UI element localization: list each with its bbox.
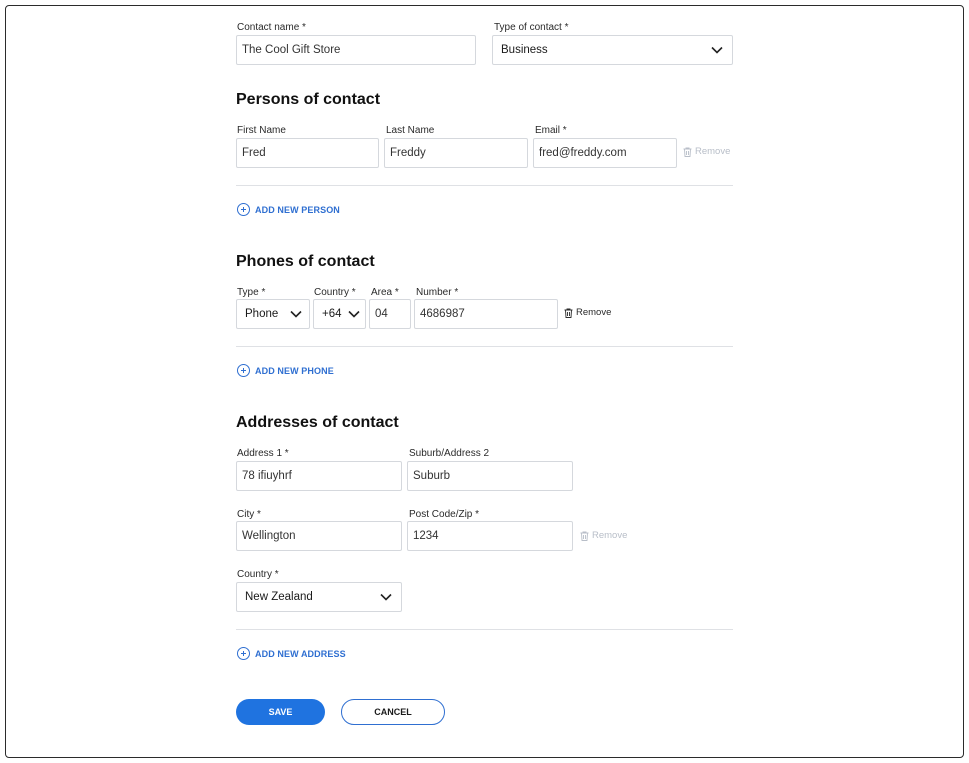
form-frame (5, 5, 964, 758)
address-country-value: New Zealand (245, 591, 313, 603)
last-name-label: Last Name (386, 125, 435, 136)
remove-address-button[interactable]: Remove (580, 530, 627, 541)
persons-section-title: Persons of contact (236, 91, 381, 108)
first-name-label: First Name (237, 125, 286, 136)
add-new-phone-button[interactable]: ADD NEW PHONE (237, 364, 334, 377)
add-new-person-button[interactable]: ADD NEW PERSON (237, 203, 340, 216)
add-new-person-label: ADD NEW PERSON (255, 204, 340, 215)
remove-person-button[interactable]: Remove (683, 146, 730, 157)
add-new-phone-label: ADD NEW PHONE (255, 365, 334, 376)
address1-label: Address 1 * (237, 448, 289, 459)
contact-name-input[interactable]: The Cool Gift Store (236, 35, 476, 65)
address-country-label: Country * (237, 569, 279, 580)
contact-name-label: Contact name * (237, 22, 306, 33)
address2-input[interactable]: Suburb (407, 461, 573, 491)
trash-icon (580, 531, 589, 541)
phones-section-title: Phones of contact (236, 253, 375, 270)
address-country-select[interactable]: New Zealand (236, 582, 402, 612)
postcode-input[interactable]: 1234 (407, 521, 573, 551)
chevron-down-icon (348, 310, 360, 318)
phone-type-select[interactable]: Phone (236, 299, 310, 329)
chevron-down-icon (290, 310, 302, 318)
remove-address-label: Remove (592, 530, 628, 541)
phone-number-label: Number * (416, 287, 459, 298)
plus-circle-icon (237, 647, 250, 660)
addresses-section-title: Addresses of contact (236, 414, 399, 431)
phone-type-value: Phone (245, 308, 279, 320)
address1-input[interactable]: 78 ifiuyhrf (236, 461, 402, 491)
addresses-divider (236, 629, 733, 630)
phone-area-label: Area * (371, 287, 399, 298)
remove-person-label: Remove (695, 146, 731, 157)
phone-country-label: Country * (314, 287, 356, 298)
phone-country-select[interactable]: +64 (313, 299, 366, 329)
plus-circle-icon (237, 364, 250, 377)
remove-phone-label: Remove (576, 307, 612, 318)
add-new-address-label: ADD NEW ADDRESS (255, 648, 346, 659)
address2-label: Suburb/Address 2 (409, 448, 490, 459)
chevron-down-icon (380, 593, 392, 601)
email-input[interactable]: fred@freddy.com (533, 138, 677, 168)
phone-number-input[interactable]: 4686987 (414, 299, 558, 329)
add-new-address-button[interactable]: ADD NEW ADDRESS (237, 647, 346, 660)
save-button[interactable]: SAVE (236, 699, 325, 725)
first-name-input[interactable]: Fred (236, 138, 379, 168)
contact-type-label: Type of contact * (494, 22, 569, 33)
plus-circle-icon (237, 203, 250, 216)
phone-country-value: +64 (322, 308, 342, 320)
postcode-label: Post Code/Zip * (409, 509, 480, 520)
city-label: City * (237, 509, 261, 520)
trash-icon (683, 147, 692, 157)
contact-type-value: Business (501, 44, 548, 56)
persons-divider (236, 185, 733, 186)
last-name-input[interactable]: Freddy (384, 138, 528, 168)
chevron-down-icon (711, 46, 723, 54)
email-label: Email * (535, 125, 567, 136)
cancel-button[interactable]: CANCEL (341, 699, 445, 725)
phone-type-label: Type * (237, 287, 266, 298)
city-input[interactable]: Wellington (236, 521, 402, 551)
phones-divider (236, 346, 733, 347)
remove-phone-button[interactable]: Remove (564, 307, 611, 318)
contact-type-select[interactable]: Business (492, 35, 733, 65)
phone-area-input[interactable]: 04 (369, 299, 411, 329)
trash-icon (564, 308, 573, 318)
